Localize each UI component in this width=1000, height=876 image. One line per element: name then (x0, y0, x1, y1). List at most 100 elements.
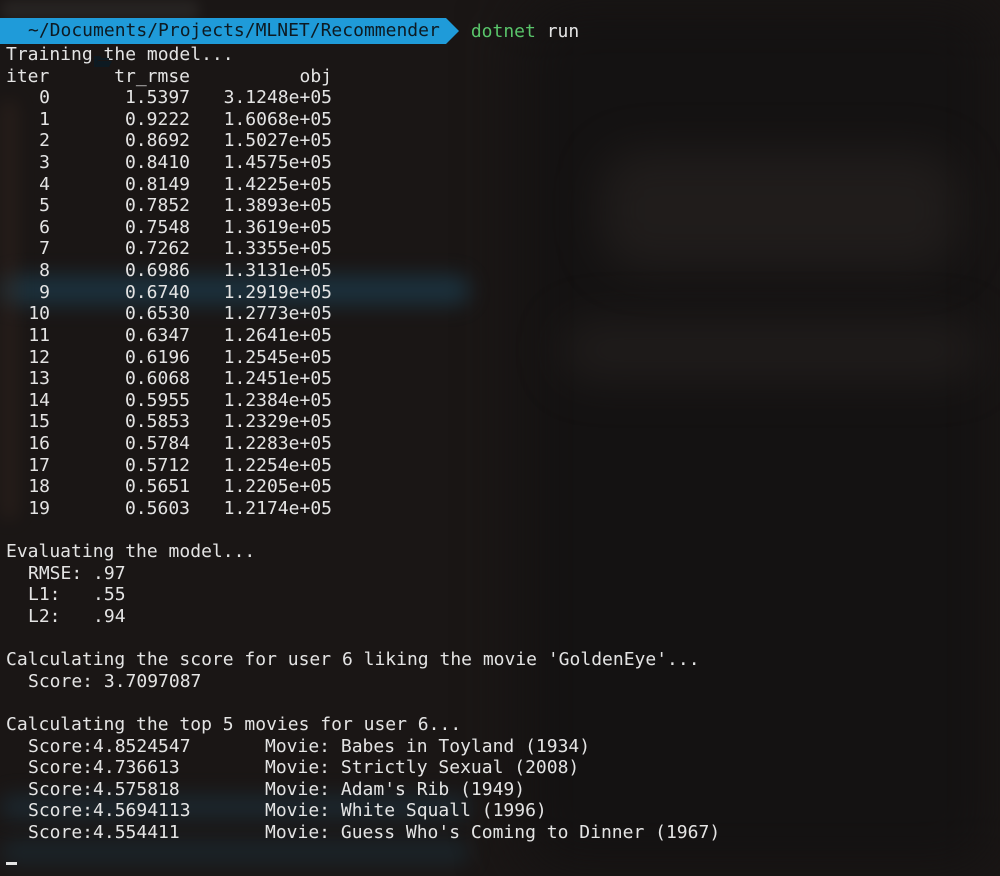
iter-value: 12 (28, 346, 50, 368)
training-row: 8 0.6986 1.3131e+05 (6, 260, 1000, 282)
command-args: run (546, 20, 580, 42)
iter-value: 2 (39, 130, 50, 152)
movie-score: Score:4.575818 (28, 778, 180, 800)
obj-value: 1.3619e+05 (223, 216, 332, 238)
header-obj: obj (299, 65, 332, 87)
tr-rmse-value: 0.8149 (124, 173, 190, 195)
training-row: 2 0.8692 1.5027e+05 (6, 130, 1000, 152)
iter-value: 5 (39, 195, 50, 217)
training-row: 6 0.7548 1.3619e+05 (6, 217, 1000, 239)
obj-value: 1.3893e+05 (223, 195, 332, 217)
tr-rmse-value: 0.8692 (124, 130, 190, 152)
top-movies-heading: Calculating the top 5 movies for user 6.… (6, 713, 462, 735)
obj-value: 1.5027e+05 (223, 130, 332, 152)
movie-title: Movie: Babes in Toyland (1934) (265, 735, 591, 757)
prompt-command: dotnet run (471, 21, 579, 42)
powerline-arrow (445, 18, 459, 44)
training-row: 16 0.5784 1.2283e+05 (6, 433, 1000, 455)
metric-rmse: RMSE: .97 (28, 562, 126, 584)
obj-value: 1.2283e+05 (223, 432, 332, 454)
tr-rmse-value: 0.5784 (124, 432, 190, 454)
tr-rmse-value: 0.5955 (124, 389, 190, 411)
command-name: dotnet (470, 20, 536, 42)
tr-rmse-value: 0.5603 (124, 497, 190, 519)
training-row: 11 0.6347 1.2641e+05 (6, 325, 1000, 347)
iter-value: 14 (28, 389, 50, 411)
obj-value: 3.1248e+05 (223, 87, 332, 109)
iter-value: 13 (28, 368, 50, 390)
training-row: 15 0.5853 1.2329e+05 (6, 411, 1000, 433)
tr-rmse-value: 0.7262 (124, 238, 190, 260)
metric-l1: L1: .55 (28, 584, 126, 606)
movie-title: Movie: Adam's Rib (1949) (265, 778, 526, 800)
top-movie-row: Score:4.8524547 Movie: Babes in Toyland (… (6, 736, 1000, 758)
obj-value: 1.2254e+05 (223, 454, 332, 476)
evaluation-heading: Evaluating the model... (6, 541, 256, 563)
iter-value: 15 (28, 411, 50, 433)
tr-rmse-value: 1.5397 (124, 87, 190, 109)
tr-rmse-value: 0.5651 (124, 476, 190, 498)
shell-prompt: ~/Documents/Projects/MLNET/Recommender d… (0, 18, 1000, 67)
training-row: 1 0.9222 1.6068e+05 (6, 109, 1000, 131)
movie-title: Movie: White Squall (1996) (265, 800, 547, 822)
iter-value: 10 (28, 303, 50, 325)
obj-value: 1.2545e+05 (223, 346, 332, 368)
tr-rmse-value: 0.6740 (124, 281, 190, 303)
movie-title: Movie: Guess Who's Coming to Dinner (196… (265, 821, 721, 843)
tr-rmse-value: 0.6347 (124, 324, 190, 346)
obj-value: 1.4575e+05 (223, 152, 332, 174)
metric-l2: L2: .94 (28, 605, 126, 627)
tr-rmse-value: 0.6068 (124, 368, 190, 390)
obj-value: 1.2451e+05 (223, 368, 332, 390)
obj-value: 1.6068e+05 (223, 108, 332, 130)
iter-value: 1 (39, 108, 50, 130)
obj-value: 1.2384e+05 (223, 389, 332, 411)
training-row: 5 0.7852 1.3893e+05 (6, 195, 1000, 217)
obj-value: 1.2641e+05 (223, 324, 332, 346)
obj-value: 1.2773e+05 (223, 303, 332, 325)
tr-rmse-value: 0.6986 (124, 260, 190, 282)
obj-value: 1.2329e+05 (223, 411, 332, 433)
tr-rmse-value: 0.9222 (124, 108, 190, 130)
training-row: 9 0.6740 1.2919e+05 (6, 282, 1000, 304)
training-row: 14 0.5955 1.2384e+05 (6, 390, 1000, 412)
iter-value: 9 (39, 281, 50, 303)
top-movie-row: Score:4.5694113 Movie: White Squall (1996… (6, 800, 1000, 822)
iter-value: 4 (39, 173, 50, 195)
movie-title: Movie: Strictly Sexual (2008) (265, 757, 580, 779)
terminal-output: ~/Documents/Projects/MLNET/Recommender d… (0, 18, 1000, 866)
text-cursor (6, 862, 17, 866)
training-row: 0 1.5397 3.1248e+05 (6, 87, 1000, 109)
iter-value: 7 (39, 238, 50, 260)
training-row: 3 0.8410 1.4575e+05 (6, 152, 1000, 174)
top-movies-list: Score:4.8524547 Movie: Babes in Toyland (… (6, 736, 1000, 844)
training-row: 13 0.6068 1.2451e+05 (6, 368, 1000, 390)
tr-rmse-value: 0.7548 (124, 216, 190, 238)
obj-value: 1.3131e+05 (223, 260, 332, 282)
obj-value: 1.2919e+05 (223, 281, 332, 303)
training-row: 4 0.8149 1.4225e+05 (6, 174, 1000, 196)
movie-score: Score:4.5694113 (28, 800, 191, 822)
training-heading: Training the model... (6, 44, 234, 65)
single-score-heading: Calculating the score for user 6 liking … (6, 649, 700, 671)
tr-rmse-value: 0.8410 (124, 152, 190, 174)
top-movie-row: Score:4.575818 Movie: Adam's Rib (1949) (6, 779, 1000, 801)
training-row: 7 0.7262 1.3355e+05 (6, 238, 1000, 260)
iter-value: 11 (28, 324, 50, 346)
iter-value: 6 (39, 216, 50, 238)
tr-rmse-value: 0.6530 (124, 303, 190, 325)
training-row: 19 0.5603 1.2174e+05 (6, 498, 1000, 520)
movie-score: Score:4.554411 (28, 821, 180, 843)
iter-value: 18 (28, 476, 50, 498)
tr-rmse-value: 0.5712 (124, 454, 190, 476)
tr-rmse-value: 0.7852 (124, 195, 190, 217)
prompt-path: ~/Documents/Projects/MLNET/Recommender (28, 20, 440, 41)
movie-score: Score:4.736613 (28, 757, 180, 779)
iter-value: 16 (28, 432, 50, 454)
training-row: 10 0.6530 1.2773e+05 (6, 303, 1000, 325)
prompt-path-segment: ~/Documents/Projects/MLNET/Recommender (0, 18, 446, 67)
training-table-rows: 0 1.5397 3.1248e+05 1 0.9222 1.6068e+05 2 0.869… (6, 87, 1000, 519)
obj-value: 1.3355e+05 (223, 238, 332, 260)
tr-rmse-value: 0.6196 (124, 346, 190, 368)
